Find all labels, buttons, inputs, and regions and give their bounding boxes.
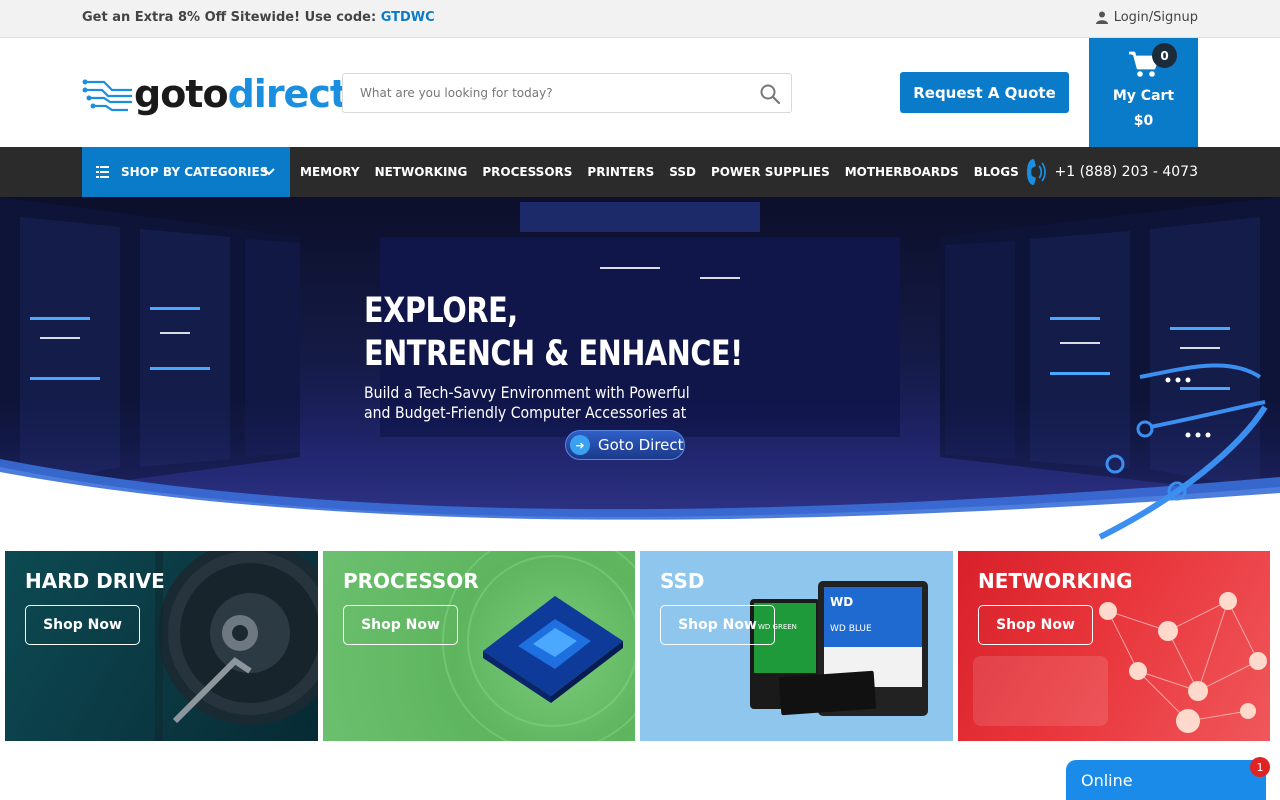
cart-count-badge: 0 [1152,43,1177,68]
shop-by-categories-label: SHOP BY CATEGORIES [121,165,269,179]
phone-icon [1026,159,1046,185]
nav-link-ssd[interactable]: SSD [669,165,696,179]
chevron-down-icon [263,168,275,176]
search-icon[interactable] [759,83,781,105]
live-chat-widget[interactable]: Online [1066,760,1266,800]
hero-goto-direct-button[interactable]: ➜ Goto Direct [565,430,685,460]
promo-banner: Get an Extra 8% Off Sitewide! Use code: … [82,10,435,25]
hero-subtitle-line1: Build a Tech-Savvy Environment with Powe… [364,383,690,402]
site-logo[interactable]: gotodirect [82,72,348,116]
nav-links: MEMORY NETWORKING PROCESSORS PRINTERS SS… [300,147,1019,197]
arrow-right-icon: ➜ [570,435,590,455]
tile-ssd[interactable]: WD WD BLUE WD GREEN SSD Shop Now [640,551,953,741]
user-icon [1095,11,1108,24]
request-quote-button[interactable]: Request A Quote [900,72,1069,113]
search-input[interactable] [343,74,743,112]
hero-banner[interactable]: EXPLORE, ENTRENCH & ENHANCE! Build a Tec… [0,197,1280,546]
main-nav: SHOP BY CATEGORIES MEMORY NETWORKING PRO… [0,147,1280,197]
category-list-icon [96,166,109,178]
login-label: Login/Signup [1113,10,1198,25]
hero-title-line2: ENTRENCH & ENHANCE! [364,334,743,374]
logo-circuit-icon [82,79,132,112]
top-bar: Get an Extra 8% Off Sitewide! Use code: … [0,0,1280,38]
nav-link-blogs[interactable]: BLOGS [974,165,1019,179]
wd-logo: WD [830,595,853,609]
shop-now-button[interactable]: Shop Now [978,605,1093,645]
hero-cta-label: Goto Direct [598,436,684,454]
logo-direct: direct [227,72,348,116]
logo-wordmark: gotodirect [134,72,348,116]
tile-title: SSD [660,569,705,593]
search-bar [342,73,792,113]
my-cart-button[interactable]: 0 My Cart $0 [1089,38,1198,147]
shop-now-button[interactable]: Shop Now [343,605,458,645]
nav-link-processors[interactable]: PROCESSORS [482,165,572,179]
promo-text: Get an Extra 8% Off Sitewide! Use code: [82,10,381,25]
tile-title: HARD DRIVE [25,569,165,593]
cart-label: My Cart [1112,88,1175,104]
cart-total: $0 [1133,113,1154,129]
nav-link-memory[interactable]: MEMORY [300,165,360,179]
nav-link-printers[interactable]: PRINTERS [587,165,654,179]
tile-hard-drive[interactable]: HARD DRIVE Shop Now [5,551,318,741]
nav-link-power-supplies[interactable]: POWER SUPPLIES [711,165,830,179]
site-header: gotodirect Request A Quote 0 My Cart $0 [0,38,1280,147]
hero-subtitle: Build a Tech-Savvy Environment with Powe… [364,383,690,423]
wd-blue-label: WD BLUE [830,624,872,634]
promo-code: GTDWC [380,10,435,25]
tile-processor[interactable]: PROCESSOR Shop Now [323,551,635,741]
chat-notification-badge: 1 [1250,757,1270,777]
tile-networking[interactable]: NETWORKING Shop Now [958,551,1270,741]
login-signup-link[interactable]: Login/Signup [1095,10,1198,25]
hero-subtitle-line2: and Budget-Friendly Computer Accessories… [364,403,687,422]
phone-label: +1 (888) 203 - 4073 [1054,164,1199,180]
shop-now-button[interactable]: Shop Now [660,605,775,645]
shop-now-button[interactable]: Shop Now [25,605,140,645]
shop-by-categories-button[interactable]: SHOP BY CATEGORIES [82,147,290,197]
hero-title-line1: EXPLORE, [364,291,518,331]
nav-link-motherboards[interactable]: MOTHERBOARDS [845,165,959,179]
tile-title: NETWORKING [978,569,1133,593]
phone-number[interactable]: +1 (888) 203 - 4073 [1025,147,1199,197]
hero-title: EXPLORE, ENTRENCH & ENHANCE! [364,290,743,376]
chat-status-label: Online [1081,771,1133,790]
logo-goto: goto [134,72,229,116]
nav-link-networking[interactable]: NETWORKING [375,165,468,179]
tile-title: PROCESSOR [343,569,479,593]
